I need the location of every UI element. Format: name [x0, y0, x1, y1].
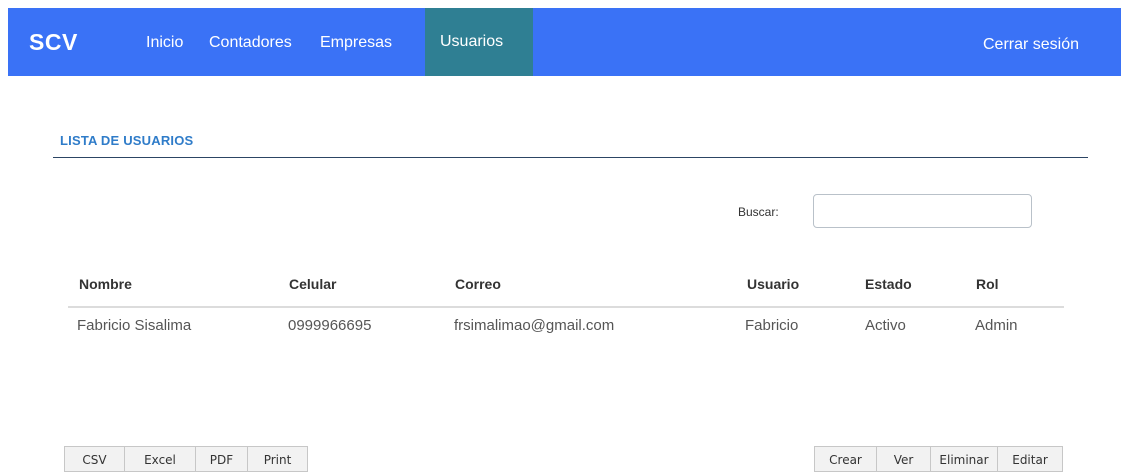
- cell-estado: Activo: [865, 317, 906, 334]
- pdf-button[interactable]: PDF: [195, 446, 248, 472]
- table-row[interactable]: Fabricio Sisalima 0999966695 frsimalimao…: [68, 308, 1064, 348]
- top-navbar: SCV Inicio Contadores Empresas Usuarios …: [8, 8, 1121, 76]
- search-input[interactable]: [813, 194, 1032, 228]
- search-label: Buscar:: [738, 205, 779, 219]
- export-button-group: CSV Excel PDF Print: [64, 446, 308, 472]
- nav-link-contadores[interactable]: Contadores: [209, 34, 292, 52]
- create-button[interactable]: Crear: [814, 446, 877, 472]
- title-divider: [53, 157, 1088, 158]
- excel-button[interactable]: Excel: [124, 446, 196, 472]
- view-button[interactable]: Ver: [876, 446, 931, 472]
- nav-link-usuarios-label: Usuarios: [440, 33, 504, 50]
- nav-link-empresas[interactable]: Empresas: [320, 34, 392, 52]
- table-header-row: Nombre Celular Correo Usuario Estado Rol: [68, 265, 1064, 308]
- column-header-correo[interactable]: Correo: [455, 276, 501, 292]
- cell-celular: 0999966695: [288, 317, 372, 334]
- nav-link-usuarios[interactable]: Usuarios: [425, 8, 533, 76]
- page-title: LISTA DE USUARIOS: [60, 133, 194, 148]
- print-button[interactable]: Print: [247, 446, 308, 472]
- users-table: Nombre Celular Correo Usuario Estado Rol…: [68, 265, 1064, 355]
- edit-button[interactable]: Editar: [997, 446, 1063, 472]
- cell-correo: frsimalimao@gmail.com: [454, 317, 615, 334]
- csv-button[interactable]: CSV: [64, 446, 125, 472]
- column-header-celular[interactable]: Celular: [289, 276, 336, 292]
- column-header-nombre[interactable]: Nombre: [79, 276, 132, 292]
- column-header-rol[interactable]: Rol: [976, 276, 999, 292]
- delete-button[interactable]: Eliminar: [930, 446, 998, 472]
- brand-logo[interactable]: SCV: [29, 29, 78, 56]
- nav-link-inicio[interactable]: Inicio: [146, 34, 183, 52]
- cell-nombre: Fabricio Sisalima: [77, 317, 192, 334]
- logout-link[interactable]: Cerrar sesión: [983, 36, 1079, 54]
- cell-usuario: Fabricio: [745, 317, 799, 334]
- column-header-usuario[interactable]: Usuario: [747, 276, 799, 292]
- column-header-estado[interactable]: Estado: [865, 276, 912, 292]
- cell-rol: Admin: [975, 317, 1018, 334]
- action-button-group: Crear Ver Eliminar Editar: [814, 446, 1063, 472]
